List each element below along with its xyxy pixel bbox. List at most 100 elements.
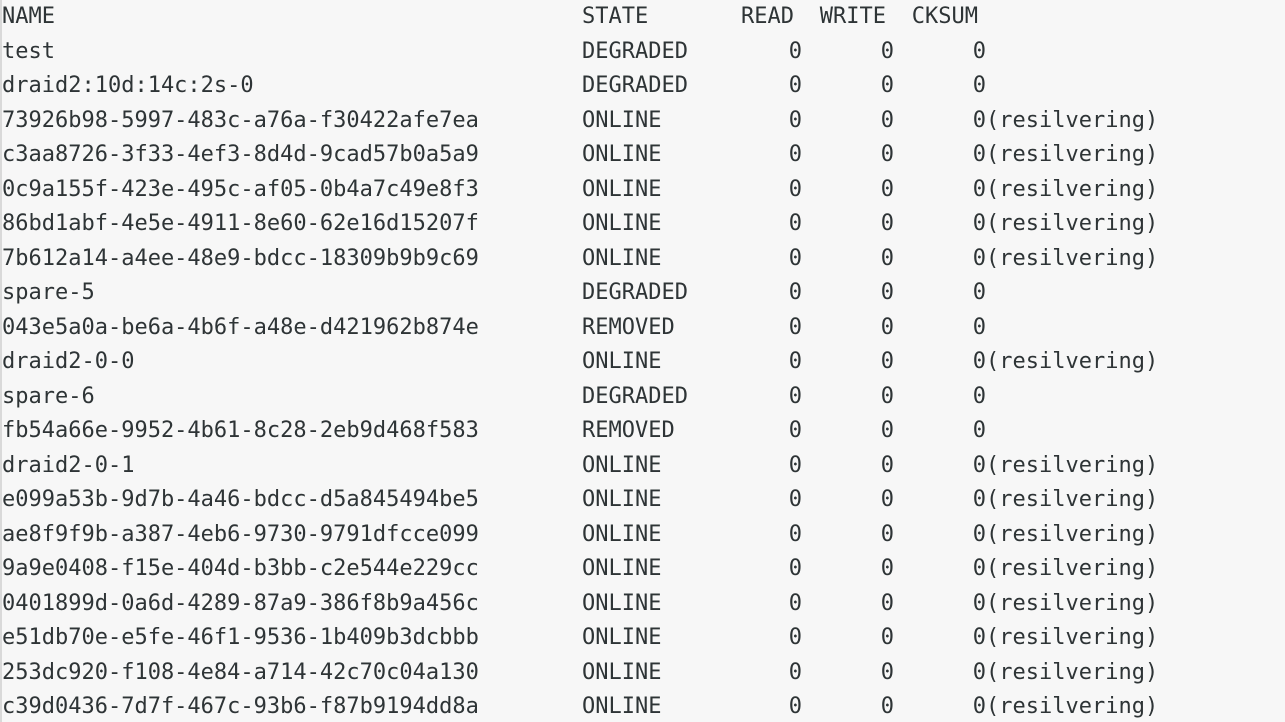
vdev-cksum: 0 bbox=[972, 521, 986, 547]
vdev-cksum: 0 bbox=[972, 556, 986, 581]
table-row: ae8f9f9b-a387-4eb6-9730-9791dfcce099 ONLI… bbox=[2, 518, 1285, 553]
vdev-cksum: 0 bbox=[972, 625, 986, 650]
vdev-cksum: 0 bbox=[972, 383, 986, 409]
table-header: NAME STATE READ WRITE CKSUM bbox=[2, 0, 1285, 35]
vdev-name: c3aa8726-3f33-4ef3-8d4d-9cad57b0a5a9 bbox=[2, 142, 479, 167]
table-row: c39d0436-7d7f-467c-93b6-f87b9194dd8a ONLI… bbox=[2, 690, 1285, 722]
vdev-read: 0 bbox=[788, 314, 802, 340]
vdev-name: 9a9e0408-f15e-404d-b3bb-c2e544e229cc bbox=[2, 556, 479, 581]
table-row: draid2-0-0 ONLINE 0 0 0 (resilvering) bbox=[2, 345, 1285, 380]
vdev-cksum: 0 bbox=[972, 38, 986, 64]
vdev-state: ONLINE bbox=[582, 176, 662, 202]
vdev-cksum: 0 bbox=[972, 694, 986, 719]
vdev-cksum: 0 bbox=[972, 176, 986, 202]
vdev-cksum: 0 bbox=[972, 659, 986, 685]
vdev-write: 0 bbox=[880, 487, 894, 512]
vdev-read: 0 bbox=[788, 418, 802, 443]
vdev-cksum: 0 bbox=[972, 418, 986, 443]
table-row: 7b612a14-a4ee-48e9-bdcc-18309b9b9c69 ONLI… bbox=[2, 242, 1285, 277]
vdev-write: 0 bbox=[880, 625, 894, 650]
vdev-read: 0 bbox=[788, 694, 802, 719]
table-row: e51db70e-e5fe-46f1-9536-1b409b3dcbbb ONLI… bbox=[2, 621, 1285, 656]
vdev-read: 0 bbox=[788, 487, 802, 512]
vdev-name: draid2-0-0 bbox=[2, 349, 135, 374]
table-row: 253dc920-f108-4e84-a714-42c70c04a130 ONLI… bbox=[2, 656, 1285, 691]
column-header-read: READ bbox=[741, 4, 794, 29]
vdev-name: fb54a66e-9952-4b61-8c28-2eb9d468f583 bbox=[2, 418, 479, 443]
vdev-name: ae8f9f9b-a387-4eb6-9730-9791dfcce099 bbox=[2, 521, 479, 547]
vdev-name: 86bd1abf-4e5e-4911-8e60-62e16d15207f bbox=[2, 211, 479, 236]
vdev-note: (resilvering) bbox=[986, 176, 1159, 202]
vdev-cksum: 0 bbox=[972, 73, 986, 98]
vdev-name: 0401899d-0a6d-4289-87a9-386f8b9a456c bbox=[2, 590, 479, 616]
column-header-name: NAME bbox=[2, 4, 55, 29]
vdev-cksum: 0 bbox=[972, 280, 986, 305]
vdev-note: (resilvering) bbox=[986, 590, 1159, 616]
vdev-read: 0 bbox=[788, 625, 802, 650]
vdev-state: ONLINE bbox=[582, 694, 662, 719]
table-row: 043e5a0a-be6a-4b6f-a48e-d421962b874e REMO… bbox=[2, 311, 1285, 346]
vdev-read: 0 bbox=[788, 452, 802, 478]
column-header-cksum: CKSUM bbox=[911, 4, 978, 29]
table-row: test DEGRADED 0 0 0 bbox=[2, 35, 1285, 70]
table-row: fb54a66e-9952-4b61-8c28-2eb9d468f583 REMO… bbox=[2, 414, 1285, 449]
vdev-note bbox=[986, 69, 1285, 104]
vdev-write: 0 bbox=[880, 38, 894, 64]
vdev-state: ONLINE bbox=[582, 521, 662, 547]
vdev-write: 0 bbox=[880, 521, 894, 547]
vdev-write: 0 bbox=[880, 452, 894, 478]
vdev-state: REMOVED bbox=[582, 314, 675, 340]
table-row: 0c9a155f-423e-495c-af05-0b4a7c49e8f3 ONLI… bbox=[2, 173, 1285, 208]
vdev-read: 0 bbox=[788, 590, 802, 616]
vdev-state: ONLINE bbox=[582, 107, 662, 133]
vdev-note: (resilvering) bbox=[986, 521, 1159, 547]
vdev-cksum: 0 bbox=[972, 349, 986, 374]
vdev-state: DEGRADED bbox=[582, 383, 688, 409]
vdev-note: (resilvering) bbox=[986, 556, 1159, 581]
vdev-write: 0 bbox=[880, 280, 894, 305]
vdev-name: 73926b98-5997-483c-a76a-f30422afe7ea bbox=[2, 107, 479, 133]
vdev-cksum: 0 bbox=[972, 487, 986, 512]
column-header-write: WRITE bbox=[819, 4, 886, 29]
vdev-cksum: 0 bbox=[972, 590, 986, 616]
vdev-write: 0 bbox=[880, 107, 894, 133]
vdev-state: ONLINE bbox=[582, 659, 662, 685]
table-body: test DEGRADED 0 0 0 draid2:10d:14c:2s-0 DEGRAD… bbox=[2, 35, 1285, 722]
vdev-cksum: 0 bbox=[972, 452, 986, 478]
vdev-write: 0 bbox=[880, 556, 894, 581]
table-row: c3aa8726-3f33-4ef3-8d4d-9cad57b0a5a9 ONLI… bbox=[2, 138, 1285, 173]
table-row: draid2-0-1 ONLINE 0 0 0 (resilvering) bbox=[2, 449, 1285, 484]
vdev-state: DEGRADED bbox=[582, 38, 688, 64]
vdev-note: (resilvering) bbox=[986, 452, 1159, 478]
vdev-state: ONLINE bbox=[582, 211, 662, 236]
vdev-read: 0 bbox=[788, 176, 802, 202]
vdev-state: ONLINE bbox=[582, 349, 662, 374]
table-row: spare-5 DEGRADED 0 0 0 bbox=[2, 276, 1285, 311]
vdev-write: 0 bbox=[880, 383, 894, 409]
column-header-note bbox=[986, 0, 1285, 35]
vdev-name: c39d0436-7d7f-467c-93b6-f87b9194dd8a bbox=[2, 694, 479, 719]
table-row: spare-6 DEGRADED 0 0 0 bbox=[2, 380, 1285, 415]
vdev-read: 0 bbox=[788, 659, 802, 685]
vdev-name: 7b612a14-a4ee-48e9-bdcc-18309b9b9c69 bbox=[2, 245, 479, 271]
vdev-read: 0 bbox=[788, 383, 802, 409]
vdev-read: 0 bbox=[788, 142, 802, 167]
table-row: 9a9e0408-f15e-404d-b3bb-c2e544e229cc ONLI… bbox=[2, 552, 1285, 587]
vdev-write: 0 bbox=[880, 142, 894, 167]
vdev-state: ONLINE bbox=[582, 625, 662, 650]
vdev-read: 0 bbox=[788, 245, 802, 271]
vdev-write: 0 bbox=[880, 245, 894, 271]
vdev-note bbox=[986, 311, 1285, 346]
vdev-note: (resilvering) bbox=[986, 211, 1159, 236]
vdev-read: 0 bbox=[788, 211, 802, 236]
vdev-write: 0 bbox=[880, 590, 894, 616]
vdev-read: 0 bbox=[788, 73, 802, 98]
vdev-write: 0 bbox=[880, 349, 894, 374]
vdev-read: 0 bbox=[788, 107, 802, 133]
table-row: draid2:10d:14c:2s-0 DEGRADED 0 0 0 bbox=[2, 69, 1285, 104]
vdev-write: 0 bbox=[880, 659, 894, 685]
vdev-note bbox=[986, 414, 1285, 449]
vdev-cksum: 0 bbox=[972, 107, 986, 133]
vdev-write: 0 bbox=[880, 211, 894, 236]
vdev-state: REMOVED bbox=[582, 418, 675, 443]
